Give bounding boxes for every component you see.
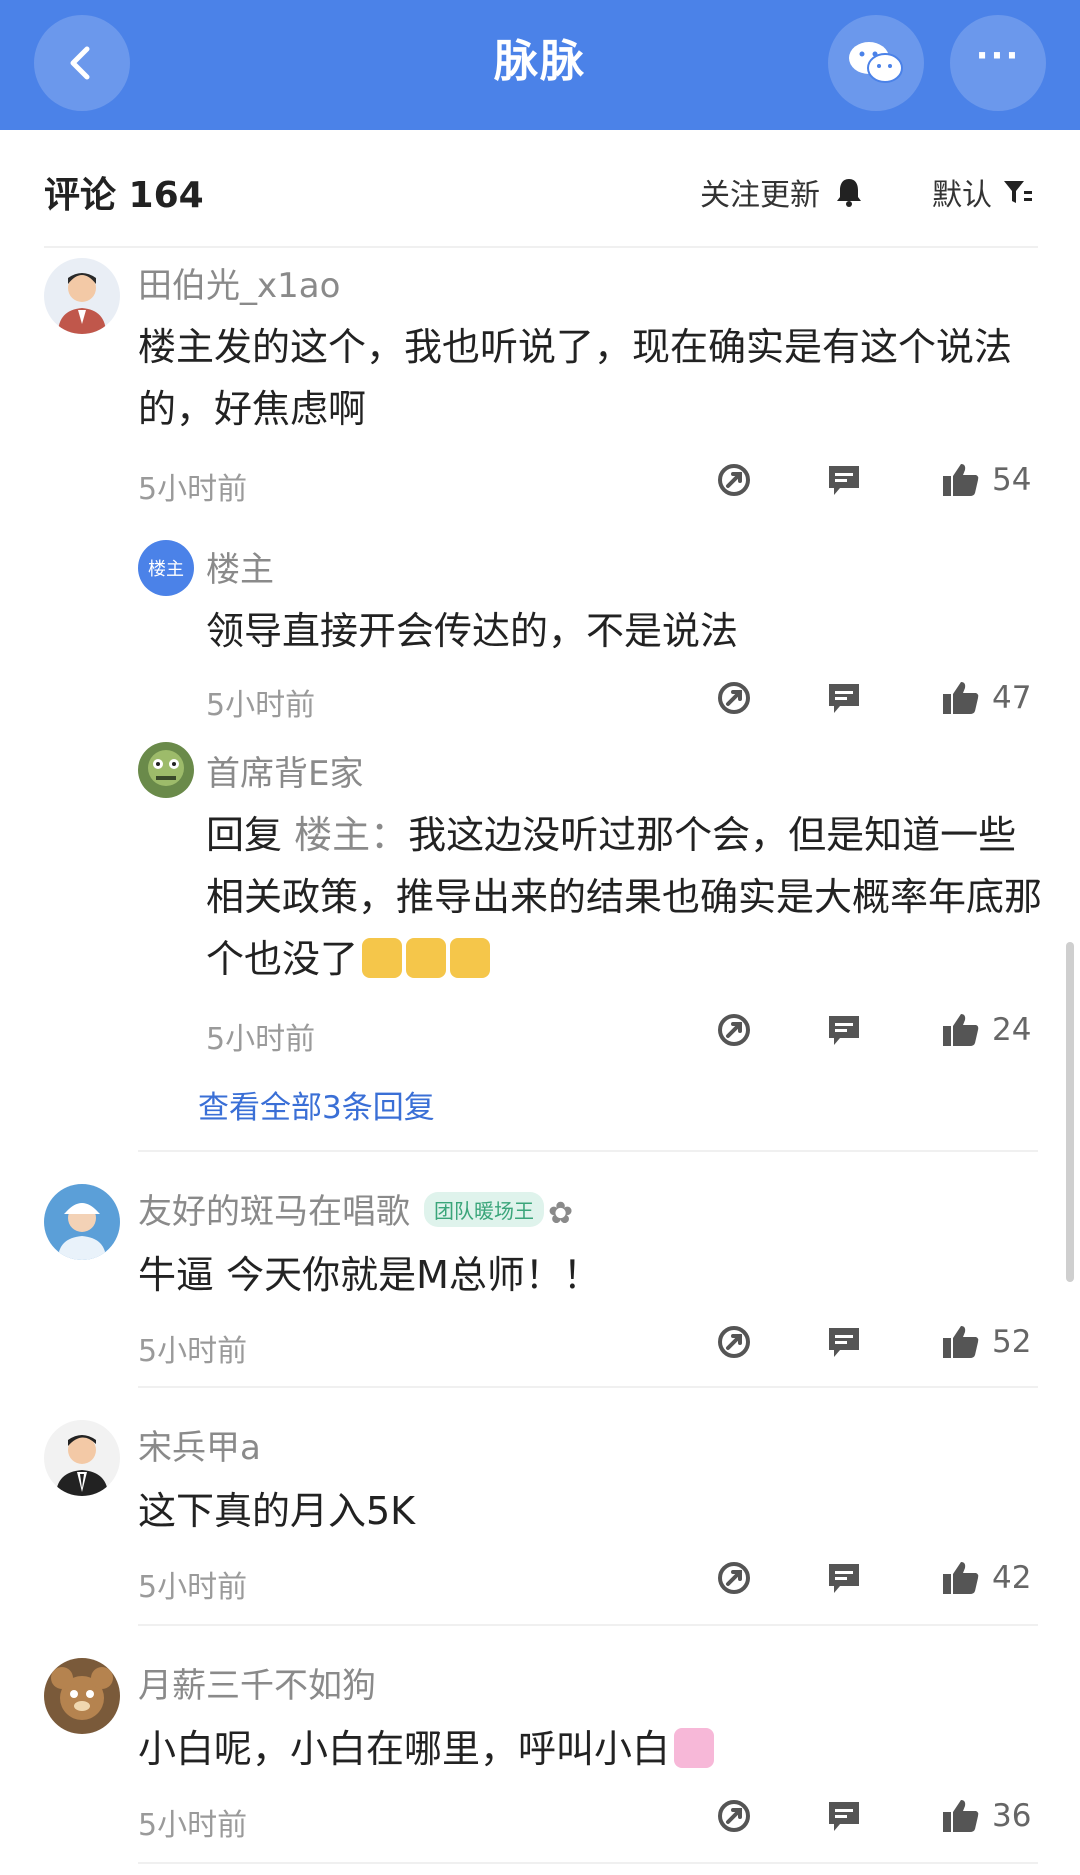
comment-username[interactable]: 田伯光_x1ao [138, 258, 340, 307]
reply-text-block: 回复 楼主：我这边没听过那个会，但是知道一些相关政策，推导出来的结果也确实是大概… [206, 804, 1046, 990]
like-button[interactable]: 24 [942, 1012, 1031, 1048]
thumbs-up-icon [943, 1800, 979, 1832]
like-count: 52 [992, 1324, 1032, 1360]
reply-button[interactable] [826, 1798, 862, 1834]
reply-button[interactable] [826, 462, 862, 498]
like-count: 47 [992, 680, 1032, 716]
more-icon: ··· [975, 36, 1021, 76]
share-icon [718, 682, 750, 714]
crying-emoji-icon [450, 937, 491, 978]
view-all-replies-link[interactable]: 查看全部3条回复 [198, 1082, 435, 1127]
like-count: 54 [992, 462, 1032, 498]
avatar[interactable] [44, 1658, 120, 1734]
comment-icon [829, 1564, 859, 1593]
comment-text-block: 小白呢，小白在哪里，呼叫小白 [138, 1718, 1038, 1780]
comment-icon [829, 466, 859, 495]
share-button[interactable] [716, 1560, 752, 1596]
reply-button[interactable] [826, 680, 862, 716]
sunflower-icon: ✿ [548, 1196, 574, 1231]
share-icon [718, 464, 750, 496]
wechat-icon [849, 42, 903, 83]
more-button[interactable]: ··· [950, 15, 1046, 111]
divider [138, 1862, 1038, 1864]
comments-header: 评论 164 关注更新 默认 [0, 130, 1080, 248]
reply-username[interactable]: 首席背E家 [206, 746, 363, 795]
comment-time: 5小时前 [138, 1808, 248, 1843]
follow-updates-button[interactable]: 关注更新 [700, 170, 864, 214]
reply-prefix: 回复 [206, 813, 295, 857]
comment-time: 5小时前 [138, 1570, 248, 1605]
like-count: 42 [992, 1560, 1032, 1596]
like-count: 24 [992, 1012, 1032, 1048]
follow-updates-label: 关注更新 [700, 178, 820, 213]
thumbs-up-icon [943, 682, 979, 714]
back-button[interactable] [34, 15, 130, 111]
comment-text: 楼主发的这个，我也听说了，现在确实是有这个说法的，好焦虑啊 [138, 325, 1013, 431]
comment-icon [829, 1328, 859, 1357]
share-icon [718, 1014, 750, 1046]
reply-button[interactable] [826, 1560, 862, 1596]
comment-time: 5小时前 [138, 472, 248, 507]
share-icon [718, 1562, 750, 1594]
back-icon [70, 46, 90, 80]
user-badge: 团队暖场王 [424, 1192, 544, 1227]
like-button[interactable]: 52 [942, 1324, 1031, 1360]
like-button[interactable]: 47 [942, 680, 1031, 716]
reply-text: 领导直接开会传达的，不是说法 [206, 609, 739, 653]
thumbs-up-icon [943, 464, 979, 496]
scrollbar[interactable] [1066, 942, 1074, 1282]
divider [138, 1386, 1038, 1388]
comment-username[interactable]: 月薪三千不如狗 [138, 1658, 376, 1707]
comment-icon [829, 684, 859, 713]
avatar[interactable] [44, 258, 120, 334]
comment-icon [829, 1016, 859, 1045]
like-count: 36 [992, 1798, 1032, 1834]
share-button[interactable] [716, 1012, 752, 1048]
bell-icon [837, 179, 861, 207]
comment-username-row: 友好的斑马在唱歌 团队暖场王 ✿ [138, 1184, 573, 1233]
thumbs-up-icon [943, 1326, 979, 1358]
avatar[interactable] [44, 1184, 120, 1260]
comment-icon [829, 1802, 859, 1831]
like-button[interactable]: 54 [942, 462, 1031, 498]
like-button[interactable]: 42 [942, 1560, 1031, 1596]
reply-username[interactable]: 楼主 [206, 542, 274, 591]
crying-emoji-icon [406, 937, 447, 978]
share-button[interactable] [716, 1324, 752, 1360]
sort-button[interactable]: 默认 [932, 170, 1034, 214]
crying-emoji-icon [362, 937, 403, 978]
share-icon [718, 1800, 750, 1832]
comment-text: 这下真的月入5K [138, 1489, 416, 1533]
share-button[interactable] [716, 680, 752, 716]
op-avatar-badge[interactable]: 楼主 [138, 540, 194, 596]
divider [44, 246, 1038, 248]
reply-button[interactable] [826, 1324, 862, 1360]
emoji-icon [674, 1727, 715, 1768]
reply-to-user[interactable]: 楼主： [294, 813, 408, 857]
comment-text: 牛逼 今天你就是M总师！！ [138, 1253, 601, 1297]
filter-icon [1004, 181, 1032, 203]
divider [138, 1624, 1038, 1626]
reply-button[interactable] [826, 1012, 862, 1048]
top-bar: 脉脉 ··· [0, 0, 1080, 130]
avatar[interactable] [138, 742, 194, 798]
divider [138, 1150, 1038, 1152]
share-icon [718, 1326, 750, 1358]
reply-time: 5小时前 [206, 688, 316, 723]
comment-username[interactable]: 宋兵甲a [138, 1420, 261, 1469]
comment-username[interactable]: 友好的斑马在唱歌 [138, 1192, 410, 1232]
reply-time: 5小时前 [206, 1022, 316, 1057]
like-button[interactable]: 36 [942, 1798, 1031, 1834]
comment-text: 小白呢，小白在哪里，呼叫小白 [138, 1727, 671, 1771]
thumbs-up-icon [943, 1562, 979, 1594]
comments-count: 评论 164 [44, 175, 204, 216]
thumbs-up-icon [943, 1014, 979, 1046]
avatar[interactable] [44, 1420, 120, 1496]
share-button[interactable] [716, 462, 752, 498]
share-button[interactable] [716, 1798, 752, 1834]
comment-time: 5小时前 [138, 1334, 248, 1369]
wechat-share-button[interactable] [828, 15, 924, 111]
sort-label: 默认 [932, 178, 992, 213]
